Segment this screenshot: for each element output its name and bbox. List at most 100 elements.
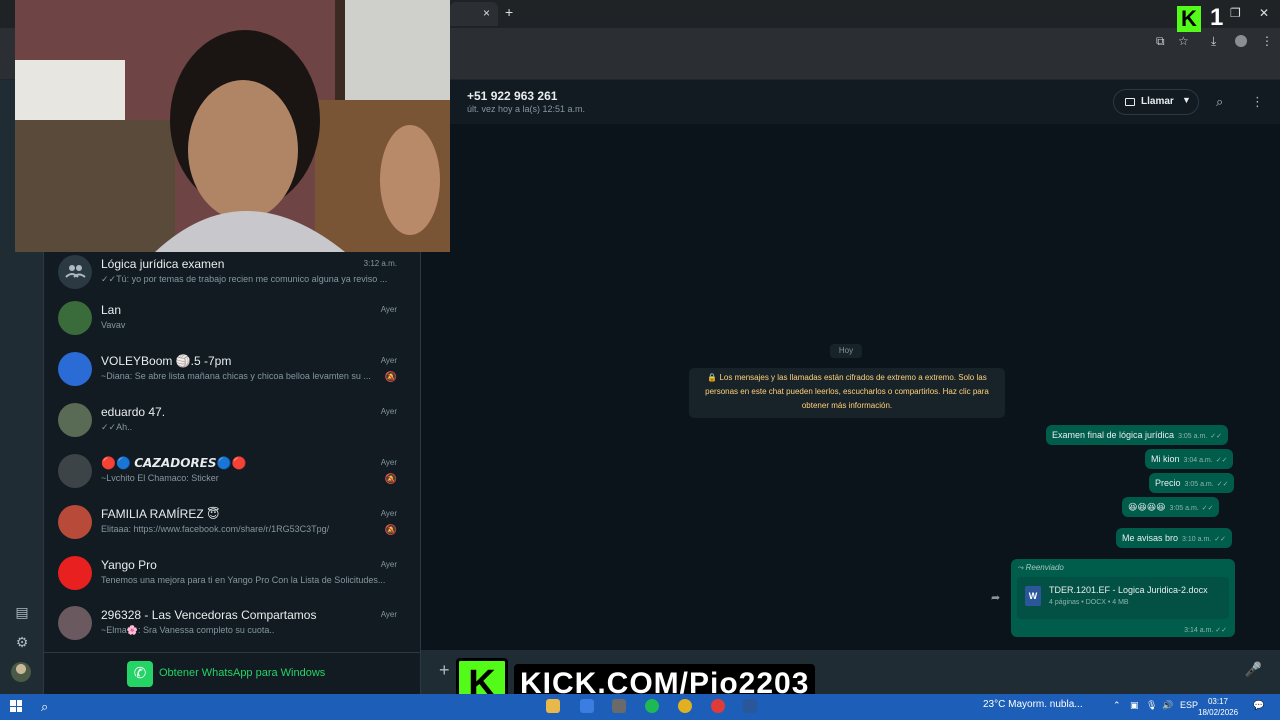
windows-taskbar: ⌕ 23°C Mayorm. nubla... ⌃ ▣ 🎙 🔊 ESP 03:1… — [0, 694, 1280, 720]
chat-item-yango-pro[interactable]: Yango Pro Ayer Tenemos una mejora para t… — [44, 556, 421, 606]
avatar — [58, 403, 92, 437]
word-icon[interactable] — [743, 699, 757, 713]
double-check-icon: ✓✓ — [1215, 457, 1228, 464]
chat-item-lan[interactable]: Lan Ayer Vavav — [44, 301, 421, 351]
chat-time: Ayer — [380, 305, 397, 314]
tray-app-icon[interactable]: ▣ — [1130, 700, 1139, 711]
message-bubble[interactable]: Examen final de lógica jurídica 3:05 a.m.… — [1046, 425, 1228, 445]
avatar — [58, 505, 92, 539]
language-indicator[interactable]: ESP — [1180, 700, 1198, 710]
volume-icon[interactable]: 🔊 — [1162, 700, 1173, 711]
clock-time: 03:17 — [1207, 697, 1229, 706]
settings-gear-icon[interactable]: ⚙ — [13, 634, 31, 652]
kick-logo: K — [1177, 6, 1201, 32]
message-bubble[interactable]: 😆😆😆😆 3:05 a.m. ✓✓ — [1122, 497, 1220, 517]
new-tab-icon[interactable]: + — [505, 4, 513, 20]
double-check-icon: ✓✓ — [101, 274, 117, 284]
message-text: Examen final de lógica jurídica — [1052, 430, 1175, 440]
browser-tab[interactable] — [450, 2, 498, 26]
message-time: 3:10 a.m. — [1182, 536, 1212, 543]
chat-item-las-vencedoras[interactable]: 296328 - Las Vencedoras Compartamos Ayer… — [44, 606, 421, 656]
notification-icon[interactable]: 💬 — [1253, 700, 1264, 711]
message-text: 😆😆😆😆 — [1128, 502, 1166, 512]
chat-preview: ✓✓Ah.. — [101, 422, 133, 432]
forwarded-label: ⤳ Reenviado — [1017, 563, 1064, 572]
message-text: Precio — [1155, 478, 1181, 488]
media-icon[interactable]: ▤ — [13, 604, 31, 622]
document-meta: 4 páginas • DOCX • 4 MB — [1049, 599, 1129, 606]
document-message[interactable]: ⤳ Reenviado W TDER.1201.EF - Logica Juri… — [1011, 559, 1235, 637]
browser-menu-icon[interactable]: ⋮ — [1261, 34, 1273, 48]
chat-name: eduardo 47. — [101, 405, 166, 419]
chat-preview: ~Lvchito El Chamaco: Sticker — [101, 473, 219, 483]
restore-icon[interactable]: ❐ — [1230, 6, 1241, 20]
encryption-notice[interactable]: 🔒 Los mensajes y las llamadas están cifr… — [689, 368, 1005, 418]
double-check-icon: ✓✓ — [101, 422, 117, 432]
download-icon[interactable]: ⤓ — [1211, 34, 1216, 49]
chat-item-eduardo[interactable]: eduardo 47. Ayer ✓✓Ah.. — [44, 403, 421, 453]
chat-item-familia-ramirez[interactable]: FAMILIA RAMÍREZ 😇 Ayer Elitaaa: https://… — [44, 505, 421, 555]
microphone-icon[interactable]: 🎤 — [1245, 661, 1262, 678]
chat-time: 3:12 a.m. — [363, 259, 397, 268]
chat-preview: ~Elma🌸: Sra Vanessa completo su cuota.. — [101, 625, 275, 635]
file-explorer-icon[interactable] — [546, 699, 560, 713]
chat-preview: ~Diana: Se abre lista mañana chicas y ch… — [101, 371, 371, 381]
attach-plus-icon[interactable]: + — [439, 660, 450, 681]
viewer-count: 1 — [1210, 4, 1224, 31]
chat-time: Ayer — [380, 560, 397, 569]
cast-icon[interactable]: ⧉ — [1156, 34, 1165, 49]
contact-status: últ. vez hoy a la(s) 12:51 a.m. — [467, 104, 586, 114]
tab-close-icon[interactable]: × — [483, 6, 490, 20]
message-time: 3:05 a.m. — [1184, 481, 1214, 488]
chat-name: FAMILIA RAMÍREZ 😇 — [101, 507, 220, 521]
double-check-icon: ✓✓ — [1214, 536, 1226, 543]
store-icon[interactable] — [612, 699, 626, 713]
chat-item-voleyboom[interactable]: VOLEYBoom 🏐.5 -7pm Ayer ~Diana: Se abre … — [44, 352, 421, 402]
close-window-icon[interactable]: ✕ — [1259, 6, 1269, 20]
get-whatsapp-link[interactable]: Obtener WhatsApp para Windows — [159, 667, 325, 679]
chat-name: Lan — [101, 303, 122, 317]
conversation-pane: +51 922 963 261 últ. vez hoy a la(s) 12:… — [421, 80, 1280, 694]
chat-time: Ayer — [380, 356, 397, 365]
document-name: TDER.1201.EF - Logica Juridica-2.docx — [1049, 585, 1208, 595]
document-attachment[interactable]: W TDER.1201.EF - Logica Juridica-2.docx … — [1017, 577, 1229, 619]
word-document-icon: W — [1025, 586, 1041, 606]
call-button[interactable]: Llamar ▼ — [1113, 89, 1199, 115]
profile-avatar[interactable] — [11, 662, 31, 682]
contact-name[interactable]: +51 922 963 261 — [467, 89, 557, 103]
search-icon[interactable]: ⌕ — [41, 699, 48, 715]
double-check-icon: ✓✓ — [1201, 505, 1214, 512]
chat-item-logica-juridica[interactable]: Lógica jurídica examen 3:12 a.m. ✓✓Tú: y… — [44, 255, 421, 305]
avatar — [58, 556, 92, 590]
chat-item-cazadores[interactable]: 🔴🔵 𝘾𝘼𝙕𝘼𝘿𝙊𝙍𝙀𝙎🔵🔴 Ayer ~Lvchito El Chamaco:… — [44, 454, 421, 504]
message-bubble[interactable]: Me avisas bro 3:10 a.m. ✓✓ — [1116, 528, 1232, 548]
windows-start-icon[interactable] — [10, 700, 22, 712]
chat-name: Yango Pro — [101, 558, 157, 572]
chevron-up-icon[interactable]: ⌃ — [1113, 700, 1121, 711]
chat-name: 🔴🔵 𝘾𝘼𝙕𝘼𝘿𝙊𝙍𝙀𝙎🔵🔴 — [101, 456, 247, 470]
clock[interactable]: 03:17 18/02/2026 — [1198, 696, 1238, 718]
taskbar-app-icon[interactable] — [580, 699, 594, 713]
profile-icon[interactable] — [1235, 35, 1247, 47]
more-options-icon[interactable]: ⋮ — [1251, 94, 1264, 110]
search-icon[interactable]: ⌕ — [1216, 94, 1223, 110]
get-whatsapp-banner[interactable]: ✆ Obtener WhatsApp para Windows — [44, 652, 421, 694]
taskbar-app-icon[interactable] — [711, 699, 725, 713]
bookmark-star-icon[interactable]: ☆ — [1178, 34, 1189, 48]
message-bubble[interactable]: Mi kion 3:04 a.m. ✓✓ — [1145, 449, 1234, 469]
whatsapp-logo-icon: ✆ — [127, 661, 153, 687]
avatar — [58, 606, 92, 640]
message-bubble[interactable]: Precio 3:05 a.m. ✓✓ — [1149, 473, 1235, 493]
conversation-header[interactable]: +51 922 963 261 últ. vez hoy a la(s) 12:… — [421, 80, 1280, 124]
webcam-overlay — [15, 0, 450, 252]
message-time: 3:04 a.m. — [1183, 457, 1213, 464]
chat-time: Ayer — [380, 458, 397, 467]
forward-icon[interactable]: ➦ — [991, 591, 1000, 604]
microphone-icon[interactable]: 🎙 — [1146, 700, 1157, 711]
chat-name: VOLEYBoom 🏐.5 -7pm — [101, 354, 232, 368]
spotify-icon[interactable] — [645, 699, 659, 713]
muted-bell-icon: 🔕 — [384, 474, 397, 485]
chrome-icon[interactable] — [678, 699, 692, 713]
weather-widget[interactable]: 23°C Mayorm. nubla... — [983, 699, 1083, 710]
double-check-icon: ✓✓ — [1215, 627, 1227, 634]
